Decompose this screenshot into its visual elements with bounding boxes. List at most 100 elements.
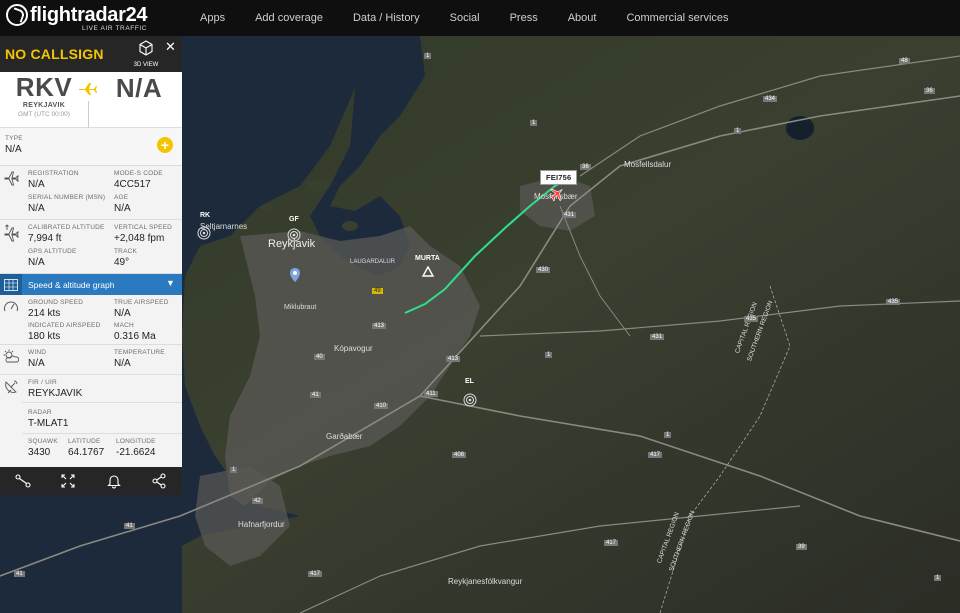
cube-icon [139,40,153,56]
gps-alt-value: N/A [28,257,45,268]
route-icon [15,474,31,488]
app-root: Mosfellsdalur Mosfellsbær Seltjarnarnes … [0,0,960,613]
cal-alt-label: CALIBRATED ALTITUDE [28,224,105,231]
mach-label: MACH [114,322,134,329]
squawk-value: 3430 [28,447,51,458]
station-el-label: EL [465,378,474,385]
weather-icon [0,345,22,374]
type-label: TYPE [5,135,23,142]
share-icon [152,473,166,489]
longitude-value: -21.6624 [116,447,156,458]
logo[interactable]: flightradar24 LIVE AIR TRAFFIC [6,4,186,32]
alert-button[interactable] [102,469,126,493]
mode-s-value: 4CC517 [114,179,151,190]
vert-speed-value: +2,048 fpm [114,233,165,244]
vert-speed-label: VERTICAL SPEED [114,224,173,231]
logo-tagline: LIVE AIR TRAFFIC [82,25,148,32]
serial-label: SERIAL NUMBER (MSN) [28,194,106,201]
track-label: TRACK [114,248,138,255]
track-value: 49° [114,257,130,268]
fir-value: REYKJAVIK [28,388,83,399]
graph-icon [0,274,22,295]
aircraft-icon[interactable] [549,186,565,202]
radio-station-icon[interactable] [287,228,301,242]
temperature-value: N/A [114,358,131,369]
origin-timezone: GMT (UTC 00:00) [18,111,70,118]
close-icon[interactable]: ✕ [165,39,176,55]
nav-about[interactable]: About [568,12,597,24]
waypoint-murta-label: MURTA [415,255,440,262]
waypoint-triangle-icon[interactable] [422,266,434,277]
speed-section: GROUND SPEED 214 kts TRUE AIRSPEED N/A IND… [0,295,182,345]
destination-code: N/A [115,73,163,103]
location-pin-icon[interactable] [290,268,300,282]
age-label: AGE [114,194,129,201]
3d-view-label: 3D VIEW [133,62,159,68]
nav-commercial-services[interactable]: Commercial services [626,12,728,24]
radar-section: FIR / UIR REYKJAVIK RADAR T-MLAT1 SQUAWK 34… [0,375,182,469]
chevron-down-icon: ▼ [166,278,175,288]
add-photo-button[interactable]: + [157,137,173,153]
top-nav-bar: flightradar24 LIVE AIR TRAFFIC Apps Add … [0,0,960,36]
nav-social[interactable]: Social [450,12,480,24]
radio-station-icon[interactable] [463,393,477,407]
route-button[interactable] [11,469,35,493]
airplane-icon [0,166,22,219]
origin[interactable]: RKV REYKJAVIK GMT (UTC 00:00) [0,72,88,127]
main-nav: Apps Add coverage Data / History Social … [200,12,759,24]
logo-name: flightradar24 [30,4,148,26]
logo-icon [6,4,28,26]
cal-alt-value: 7,994 ft [28,233,62,244]
temperature-label: TEMPERATURE [114,349,165,356]
ground-speed-value: 214 kts [28,308,61,319]
wind-label: WIND [28,349,47,356]
serial-value: N/A [28,203,45,214]
aircraft-section: REGISTRATION N/A MODE-S CODE 4CC517 SERIAL… [0,166,182,220]
panel-toolbar [0,467,182,495]
share-button[interactable] [147,469,171,493]
panel-header: NO CALLSIGN 3D VIEW ✕ [0,36,182,72]
nav-apps[interactable]: Apps [200,12,225,24]
true-airspeed-label: TRUE AIRSPEED [114,299,169,306]
gps-alt-label: GPS ALTITUDE [28,248,77,255]
callsign: NO CALLSIGN [5,46,104,62]
altitude-section: CALIBRATED ALTITUDE 7,994 ft VERTICAL SPE… [0,220,182,274]
flight-label[interactable]: FEI756 [540,170,578,185]
aircraft-type-row: TYPE N/A + [0,128,182,166]
weather-section: WIND N/A TEMPERATURE N/A [0,345,182,375]
wind-value: N/A [28,358,45,369]
follow-button[interactable] [56,469,80,493]
registration-label: REGISTRATION [28,170,79,177]
latitude-label: LATITUDE [68,438,101,445]
longitude-label: LONGITUDE [116,438,156,445]
ground-speed-label: GROUND SPEED [28,299,84,306]
speed-altitude-graph-toggle[interactable]: Speed & altitude graph ▼ [0,274,182,295]
bell-icon [106,475,121,489]
route-divider [88,100,89,128]
satellite-dish-icon [0,375,22,469]
origin-city: REYKJAVIK [22,102,66,109]
type-value: N/A [5,144,22,155]
nav-add-coverage[interactable]: Add coverage [255,12,323,24]
radio-station-icon[interactable] [197,226,211,240]
altitude-icon [0,220,22,273]
flight-info-panel: NO CALLSIGN 3D VIEW ✕ RKV REYKJAVIK GMT … [0,36,182,495]
3d-view-button[interactable]: 3D VIEW [132,40,160,68]
mode-s-label: MODE-S CODE [114,170,163,177]
divider [22,402,182,403]
nav-data-history[interactable]: Data / History [353,12,420,24]
radar-value: T-MLAT1 [28,418,69,429]
station-gf-label: GF [289,216,299,223]
station-rk-label: RK [200,212,211,219]
nav-press[interactable]: Press [510,12,538,24]
radar-label: RADAR [28,409,52,416]
fir-label: FIR / UIR [28,379,57,386]
true-airspeed-value: N/A [114,308,131,319]
latitude-value: 64.1767 [68,447,105,458]
crosshair-icon [61,474,75,488]
destination[interactable]: N/A [104,73,174,103]
age-value: N/A [114,203,131,214]
graph-label: Speed & altitude graph [28,279,115,290]
mach-value: 0.316 Ma [114,331,156,342]
divider [22,433,182,434]
